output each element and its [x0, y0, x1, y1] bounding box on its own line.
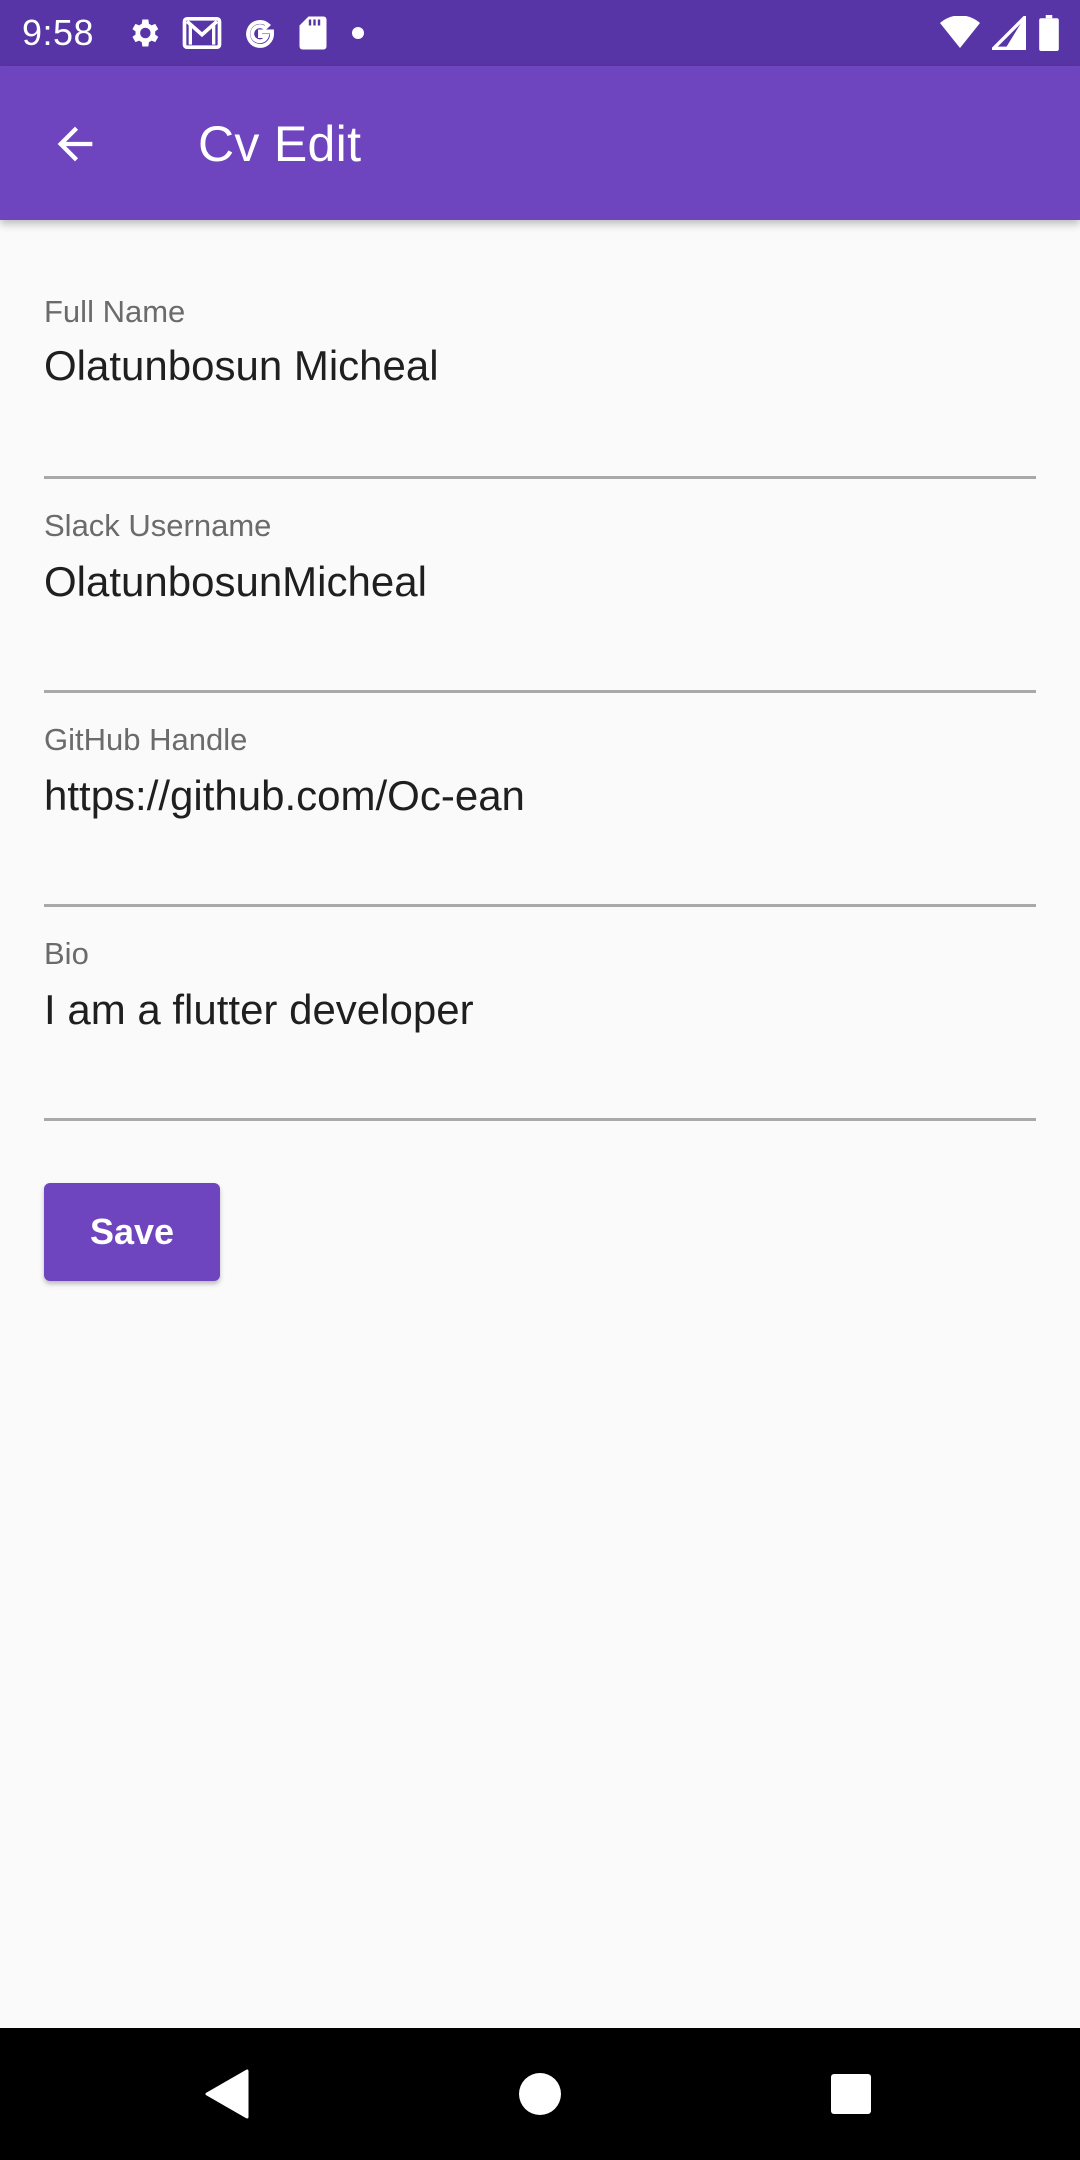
battery-icon	[1038, 15, 1060, 51]
full-name-input[interactable]	[44, 334, 1036, 398]
signal-icon	[992, 16, 1026, 50]
github-handle-label: GitHub Handle	[44, 722, 248, 757]
bio-input[interactable]	[44, 978, 1036, 1042]
settings-icon	[126, 15, 162, 51]
cv-edit-screen: 9:58 Cv Edit Full Name Olatunbosun Miche…	[0, 0, 1080, 2160]
back-triangle-icon	[205, 2069, 249, 2119]
recents-square-icon	[831, 2074, 871, 2114]
cv-edit-form: Full Name Slack Username GitHub Handle B…	[44, 220, 1036, 1121]
bio-underline	[44, 1118, 1036, 1121]
page-title: Cv Edit	[198, 116, 362, 172]
nav-back-button[interactable]	[186, 2058, 266, 2130]
arrow-back-icon	[57, 126, 93, 162]
home-circle-icon	[519, 2073, 561, 2115]
google-icon	[242, 15, 278, 51]
slack-username-label: Slack Username	[44, 508, 272, 543]
bio-label: Bio	[44, 936, 89, 971]
gmail-icon	[182, 16, 222, 50]
nav-recents-button[interactable]	[811, 2058, 891, 2130]
app-bar: Cv Edit	[0, 66, 1080, 220]
status-icons-right	[940, 13, 1060, 53]
sd-card-icon	[298, 15, 328, 51]
slack-username-field: Slack Username	[44, 434, 1036, 693]
save-button[interactable]: Save	[44, 1183, 220, 1281]
github-handle-field: GitHub Handle	[44, 648, 1036, 907]
back-button[interactable]	[36, 109, 114, 179]
slack-username-input[interactable]	[44, 550, 1036, 614]
full-name-label: Full Name	[44, 294, 186, 329]
bio-field: Bio	[44, 862, 1036, 1121]
github-handle-input[interactable]	[44, 764, 1036, 828]
notification-dot-icon	[348, 23, 368, 43]
nav-home-button[interactable]	[500, 2058, 580, 2130]
status-icons-left	[126, 13, 368, 53]
system-nav-bar	[0, 2028, 1080, 2160]
status-bar: 9:58	[0, 0, 1080, 66]
status-time: 9:58	[22, 12, 95, 53]
wifi-icon	[940, 16, 980, 50]
full-name-field: Full Name	[44, 220, 1036, 479]
